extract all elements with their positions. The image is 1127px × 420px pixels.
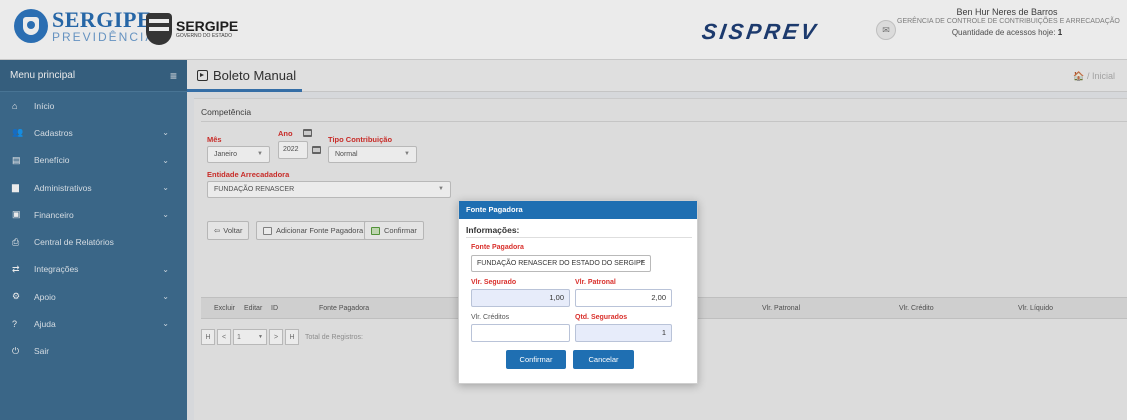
fonte-pagadora-modal: Fonte Pagadora Informações: Fonte Pagado… — [458, 200, 698, 384]
vlr-patronal-label: Vlr. Patronal — [575, 279, 616, 286]
modal-cancel-button[interactable]: Cancelar — [573, 350, 634, 369]
vlr-patronal-input[interactable]: 2,00 — [575, 289, 672, 307]
fonte-pagadora-value: FUNDAÇÃO RENASCER DO ESTADO DO SERGIPE — [477, 260, 646, 267]
modal-divider — [466, 237, 692, 238]
fonte-pagadora-select[interactable]: FUNDAÇÃO RENASCER DO ESTADO DO SERGIPE ▼ — [471, 255, 651, 272]
qtd-segurados-label: Qtd. Segurados — [575, 314, 628, 321]
qtd-segurados-input[interactable]: 1 — [575, 324, 672, 342]
vlr-creditos-label: Vlr. Créditos — [471, 314, 510, 321]
modal-confirm-button[interactable]: Confirmar — [506, 350, 566, 369]
vlr-segurado-label: Vlr. Segurado — [471, 279, 517, 286]
vlr-segurado-input[interactable]: 1,00 — [471, 289, 570, 307]
modal-subtitle: Informações: — [466, 225, 520, 235]
fonte-pagadora-label: Fonte Pagadora — [471, 244, 524, 251]
modal-title: Fonte Pagadora — [459, 201, 697, 219]
vlr-creditos-input[interactable] — [471, 324, 570, 342]
caret-down-icon: ▼ — [639, 260, 645, 266]
